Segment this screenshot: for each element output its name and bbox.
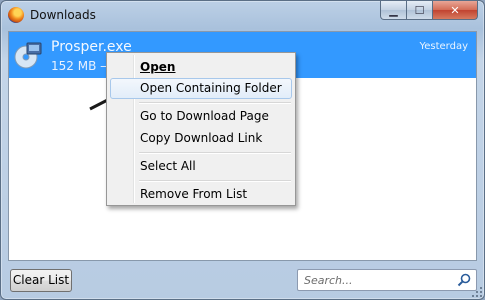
download-date: Yesterday — [419, 41, 468, 52]
title-bar[interactable]: Downloads ▁ ☐ ✕ — [1, 1, 484, 31]
window-title: Downloads — [30, 8, 96, 22]
menu-item-label: Go to Download Page — [140, 109, 269, 123]
maximize-icon: ☐ — [414, 3, 425, 17]
menu-item-remove-from-list[interactable]: Remove From List — [110, 184, 292, 205]
search-input[interactable] — [304, 272, 454, 288]
close-icon: ✕ — [450, 3, 460, 17]
menu-item-go-to-download-page[interactable]: Go to Download Page — [110, 106, 292, 127]
menu-item-label: Open Containing Folder — [140, 81, 282, 95]
maximize-button[interactable]: ☐ — [407, 1, 433, 20]
installer-disc-icon — [14, 42, 42, 69]
resize-grip-icon[interactable] — [472, 287, 482, 297]
menu-separator — [139, 102, 291, 104]
firefox-icon — [8, 7, 24, 23]
search-box[interactable] — [297, 269, 477, 291]
minimize-button[interactable]: ▁ — [380, 1, 407, 20]
file-size: 152 MB — — [51, 59, 113, 73]
minimize-icon: ▁ — [389, 3, 398, 17]
menu-item-select-all[interactable]: Select All — [110, 156, 292, 177]
menu-item-copy-download-link[interactable]: Copy Download Link — [110, 128, 292, 149]
downloads-window: Downloads ▁ ☐ ✕ Prosper.exe 152 MB — Yes… — [0, 0, 485, 300]
menu-item-label: Select All — [140, 159, 196, 173]
close-button[interactable]: ✕ — [433, 1, 478, 20]
menu-separator — [139, 180, 291, 182]
menu-separator — [139, 152, 291, 154]
menu-item-label: Copy Download Link — [140, 131, 263, 145]
menu-item-open[interactable]: Open — [110, 57, 292, 78]
search-icon[interactable] — [457, 273, 471, 287]
clear-list-button[interactable]: Clear List — [10, 269, 72, 292]
menu-item-open-containing-folder[interactable]: Open Containing Folder — [110, 78, 292, 99]
menu-item-label: Open — [140, 60, 176, 74]
caption-buttons: ▁ ☐ ✕ — [380, 1, 478, 20]
menu-item-label: Remove From List — [140, 187, 248, 201]
context-menu: Open Open Containing Folder Go to Downlo… — [106, 52, 296, 206]
